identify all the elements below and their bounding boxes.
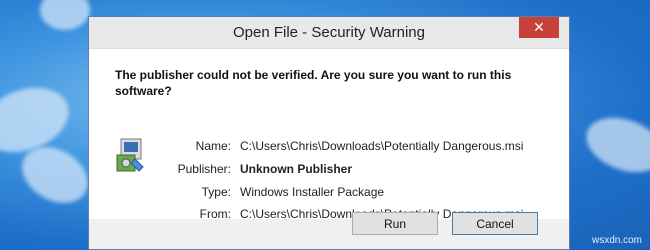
detail-label: From: [199, 207, 231, 221]
security-warning-dialog: Open File - Security Warning ✕ The publi… [88, 16, 570, 250]
detail-label: Type: [201, 185, 231, 199]
dialog-body: The publisher could not be verified. Are… [89, 49, 569, 221]
run-button[interactable]: Run [352, 212, 438, 235]
verification-question: The publisher could not be verified. Are… [115, 68, 512, 98]
detail-row-type: Type: Windows Installer Package [169, 185, 384, 199]
detail-row-name: Name: C:\Users\Chris\Downloads\Potential… [169, 139, 524, 153]
detail-value: C:\Users\Chris\Downloads\Potentially Dan… [240, 139, 524, 153]
close-icon: ✕ [533, 19, 545, 35]
installer-package-icon [116, 138, 144, 172]
detail-value: Unknown Publisher [240, 162, 353, 176]
dialog-title: Open File - Security Warning [232, 24, 425, 41]
watermark: wsxdn.com [591, 235, 642, 246]
detail-row-publisher: Publisher: Unknown Publisher [169, 162, 352, 176]
dialog-titlebar: Open File - Security Warning ✕ [89, 17, 569, 49]
cancel-button[interactable]: Cancel [452, 212, 538, 235]
detail-value: Windows Installer Package [240, 185, 385, 199]
detail-label: Publisher: [177, 162, 231, 176]
wallpaper-petal [578, 107, 650, 183]
close-button[interactable]: ✕ [519, 17, 559, 38]
detail-label: Name: [195, 139, 231, 153]
wallpaper-petal [40, 0, 90, 30]
